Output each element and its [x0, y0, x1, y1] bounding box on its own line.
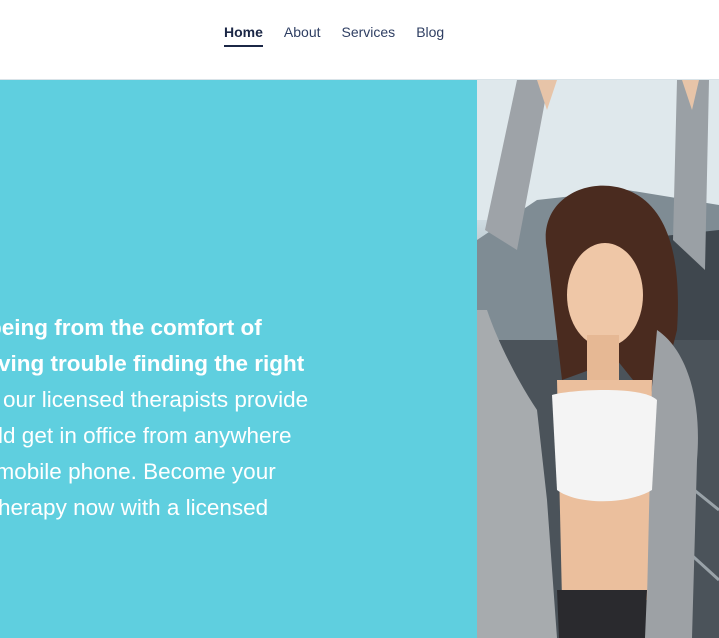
- top-navigation-bar: Home About Services Blog: [0, 0, 719, 80]
- hero-line: u would get in office from anywhere: [0, 423, 292, 448]
- hero-line: op or mobile phone. Become your: [0, 459, 276, 484]
- hero-section: well-being from the comfort of ou having…: [0, 80, 719, 638]
- main-nav: Home About Services Blog: [224, 23, 465, 47]
- hero-text: well-being from the comfort of ou having…: [0, 310, 408, 526]
- nav-about-link[interactable]: About: [284, 23, 321, 47]
- woman-stretching-photo: [477, 80, 719, 638]
- hero-line: eTalk, our licensed therapists provide: [0, 387, 309, 412]
- hero-photo: [477, 80, 719, 638]
- nav-home-link[interactable]: Home: [224, 23, 263, 47]
- nav-services-link[interactable]: Services: [342, 23, 396, 47]
- hero-line: well-being from the comfort of: [0, 315, 262, 340]
- nav-blog-link[interactable]: Blog: [416, 23, 444, 47]
- hero-line: ou having trouble finding the right: [0, 351, 305, 376]
- hero-line: Start therapy now with a licensed: [0, 495, 269, 520]
- hero-text-panel: well-being from the comfort of ou having…: [0, 80, 477, 638]
